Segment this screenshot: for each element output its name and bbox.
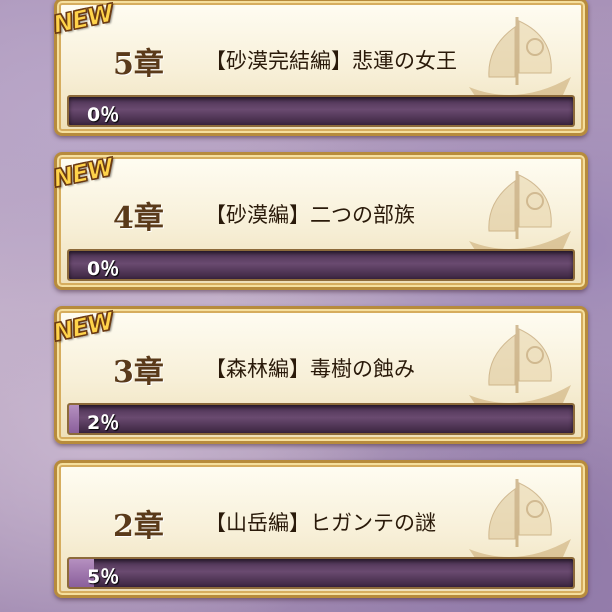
chapter-title: 【森林編】毒樹の蝕み [205, 357, 415, 381]
progress-label: 5％ [87, 566, 120, 588]
progress-bar: 0％ [67, 95, 575, 127]
new-badge: NEW [50, 0, 116, 39]
progress-label: 2％ [87, 412, 120, 434]
progress-bar: 0％ [67, 249, 575, 281]
chapter-card-2[interactable]: 2章 【山岳編】ヒガンテの謎 5％ [54, 460, 588, 598]
chapter-number: 2章 [113, 509, 164, 544]
progress-label: 0％ [87, 258, 120, 280]
chapter-card-4[interactable]: NEW 4章 【砂漠編】二つの部族 0％ [50, 152, 588, 290]
chapter-title: 【砂漠編】二つの部族 [205, 203, 415, 227]
chapter-card-3[interactable]: NEW 3章 【森林編】毒樹の蝕み 2％ [50, 306, 588, 444]
progress-bar: 2％ [67, 403, 575, 435]
new-badge: NEW [50, 307, 116, 348]
chapter-number: 4章 [113, 201, 164, 236]
chapter-number: 5章 [113, 47, 164, 82]
progress-fill [69, 405, 80, 433]
chapter-title: 【砂漠完結編】悲運の女王 [205, 49, 457, 73]
new-badge: NEW [50, 153, 116, 194]
progress-bar: 5％ [67, 557, 575, 589]
progress-label: 0％ [87, 104, 120, 126]
chapter-number: 3章 [113, 355, 164, 390]
chapter-card-5[interactable]: NEW 5章 【砂漠完結編】悲運の女王 0％ [50, 0, 588, 136]
chapter-title: 【山岳編】ヒガンテの謎 [205, 511, 436, 535]
